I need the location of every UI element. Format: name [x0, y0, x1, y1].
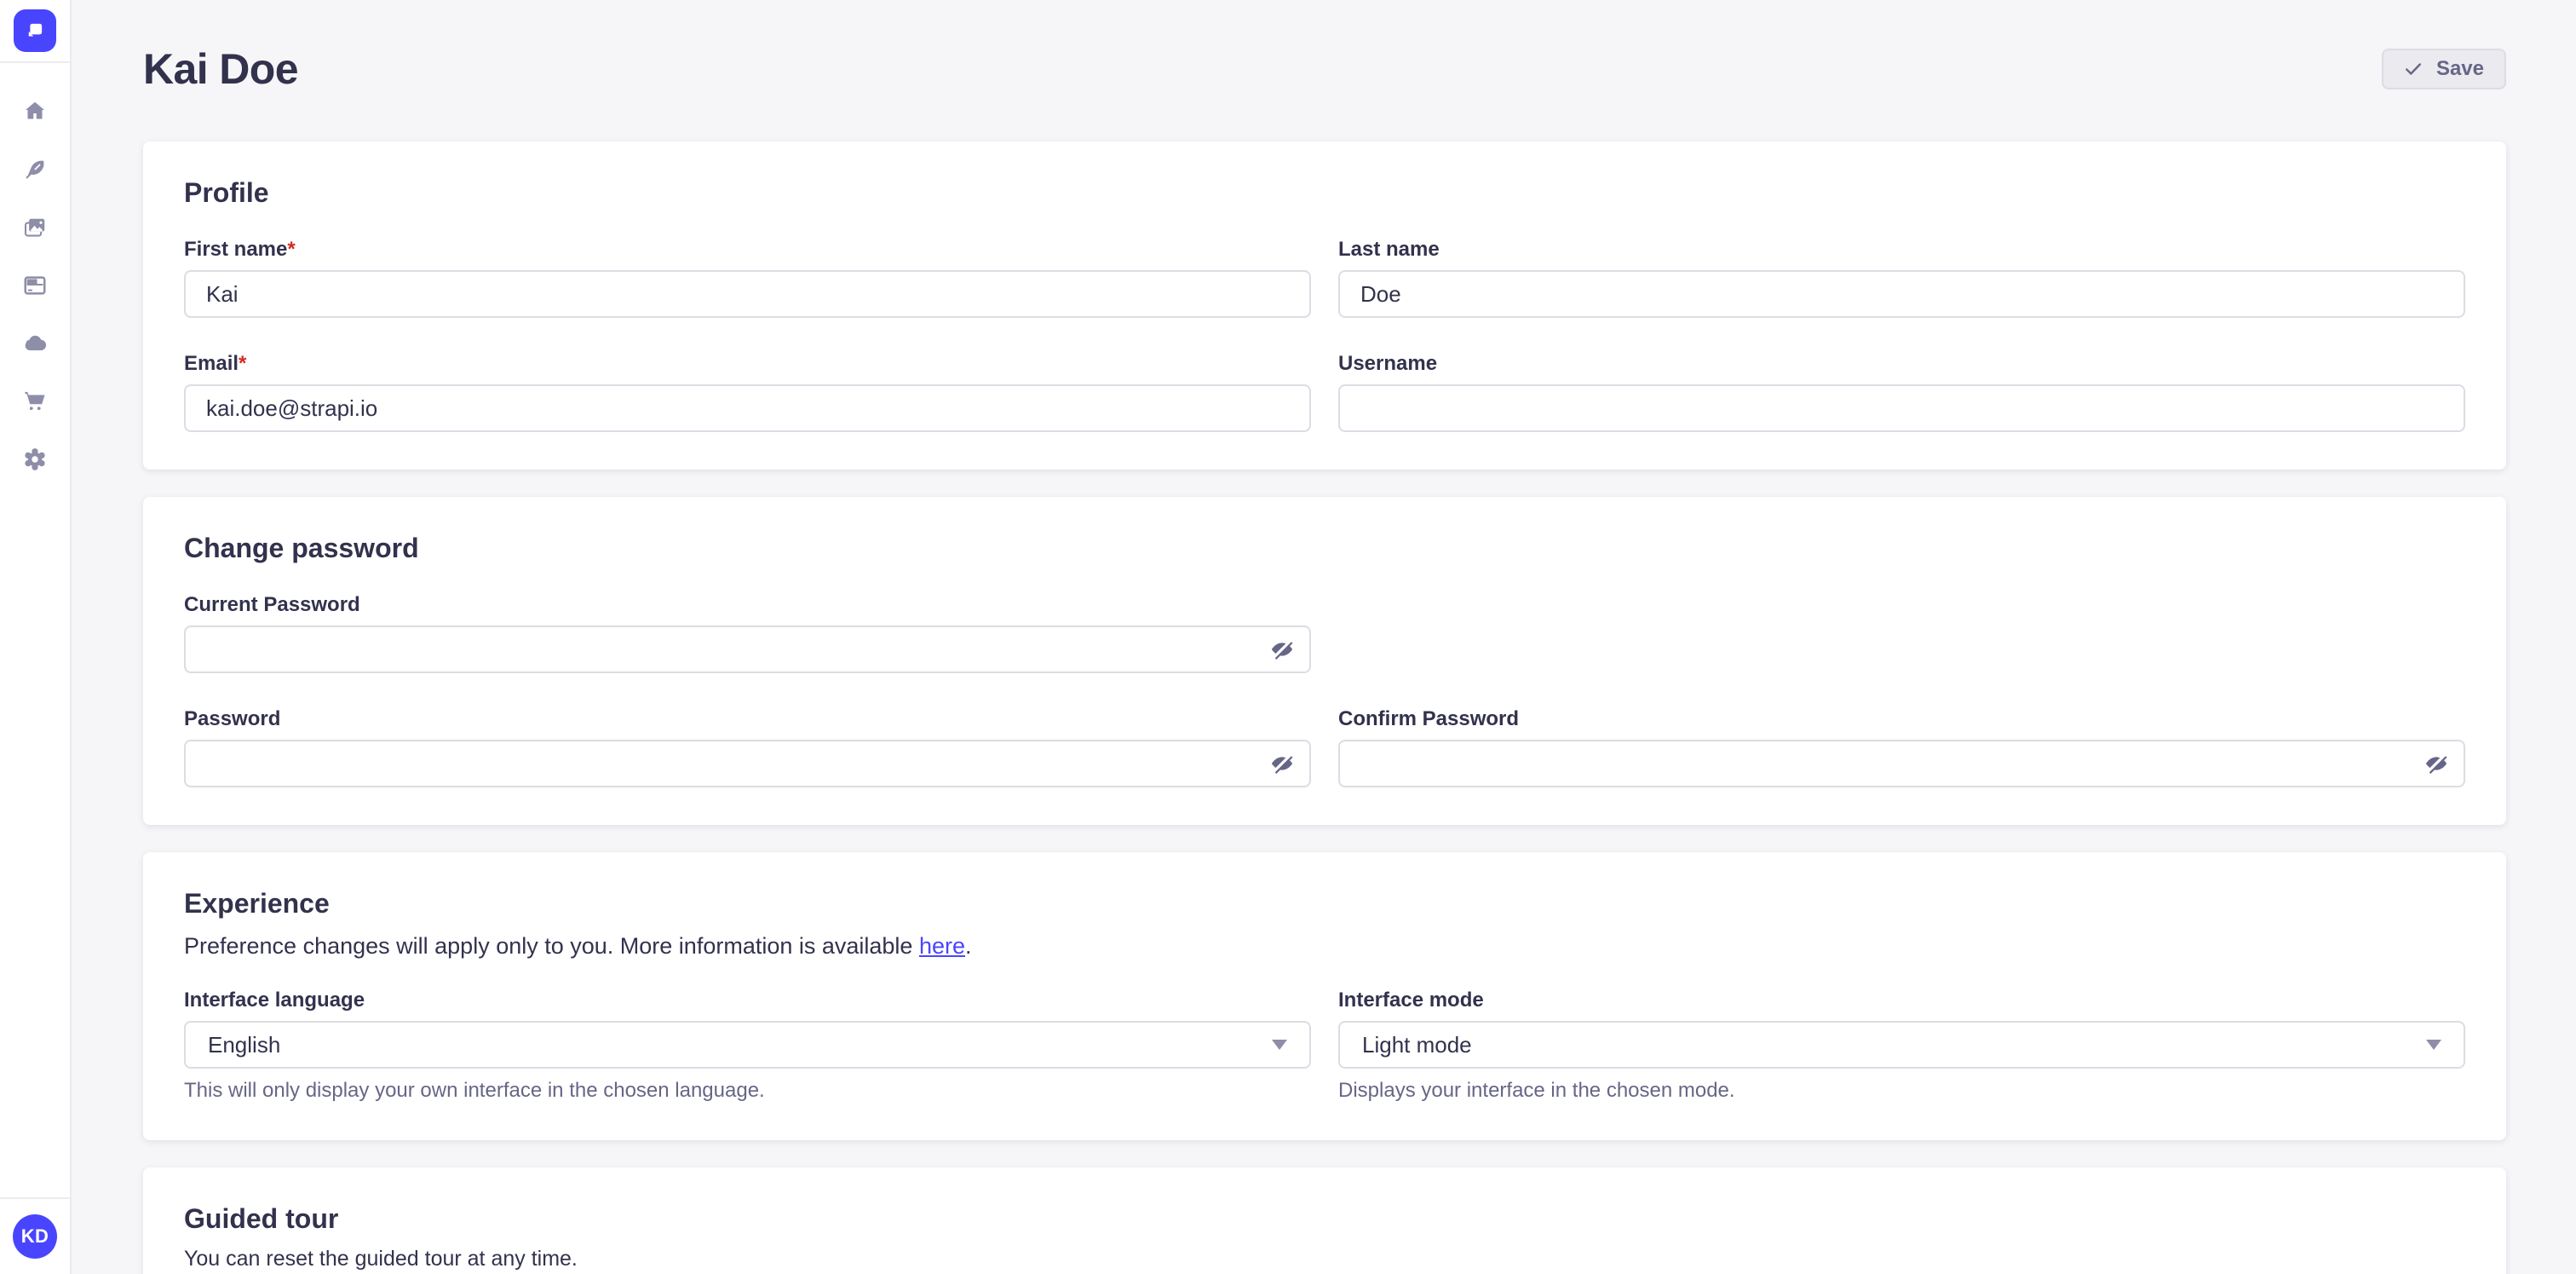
page-title: Kai Doe — [143, 44, 298, 94]
field-password: Password — [184, 707, 1311, 787]
interface-language-value: English — [208, 1032, 280, 1058]
interface-language-select[interactable]: English — [184, 1021, 1311, 1069]
current-password-label: Current Password — [184, 593, 1311, 617]
content-type-builder-icon[interactable] — [22, 273, 48, 298]
field-first-name: First name* — [184, 238, 1311, 318]
marketplace-cart-icon[interactable] — [22, 389, 48, 414]
strapi-logo-mark — [22, 18, 48, 43]
password-input[interactable] — [184, 740, 1311, 787]
guided-tour-title: Guided tour — [184, 1203, 2465, 1235]
last-name-label: Last name — [1338, 238, 2465, 262]
media-library-icon[interactable] — [22, 215, 48, 240]
main-content: Kai Doe Save Profile First name* — [72, 0, 2576, 1274]
field-confirm-password: Confirm Password — [1338, 707, 2465, 787]
chevron-down-icon — [1272, 1040, 1287, 1050]
eye-off-icon — [2423, 750, 2450, 777]
toggle-password-visibility-button[interactable] — [2421, 748, 2452, 779]
password-fields-grid: Current Password — [184, 593, 2465, 787]
avatar-initials: KD — [21, 1225, 49, 1248]
user-avatar[interactable]: KD — [13, 1214, 57, 1259]
eye-off-icon — [1268, 750, 1296, 777]
last-name-input[interactable] — [1338, 270, 2465, 318]
profile-fields-grid: First name* Last name Emai — [184, 238, 2465, 432]
email-label: Email* — [184, 352, 1311, 376]
strapi-admin-app: KD Kai Doe Save Profile First name* — [0, 0, 2576, 1274]
confirm-password-label: Confirm Password — [1338, 707, 2465, 731]
home-icon[interactable] — [22, 99, 48, 124]
experience-description: Preference changes will apply only to yo… — [184, 933, 2465, 960]
chevron-down-icon — [2426, 1040, 2441, 1050]
guided-tour-card: Guided tour You can reset the guided tou… — [143, 1167, 2506, 1274]
required-asterisk: * — [239, 352, 246, 375]
first-name-input[interactable] — [184, 270, 1311, 318]
current-password-input[interactable] — [184, 625, 1311, 673]
guided-tour-description: You can reset the guided tour at any tim… — [184, 1247, 2465, 1271]
toggle-password-visibility-button[interactable] — [1267, 748, 1297, 779]
experience-title: Experience — [184, 888, 2465, 919]
strapi-logo-icon[interactable] — [14, 9, 56, 52]
sidebar-footer: KD — [0, 1197, 70, 1274]
interface-mode-hint: Displays your interface in the chosen mo… — [1338, 1079, 2465, 1103]
save-button-label: Save — [2436, 57, 2484, 81]
grid-spacer — [1338, 593, 2465, 673]
profile-card-title: Profile — [184, 177, 2465, 209]
required-asterisk: * — [287, 238, 295, 261]
eye-off-icon — [1268, 636, 1296, 663]
profile-card: Profile First name* Last name — [143, 141, 2506, 470]
confirm-password-input[interactable] — [1338, 740, 2465, 787]
password-label: Password — [184, 707, 1311, 731]
toggle-password-visibility-button[interactable] — [1267, 634, 1297, 665]
interface-language-label: Interface language — [184, 989, 1311, 1012]
field-interface-language: Interface language English This will onl… — [184, 989, 1311, 1103]
field-email: Email* — [184, 352, 1311, 432]
more-information-link[interactable]: here — [919, 933, 965, 959]
logo-area — [0, 0, 70, 63]
experience-card: Experience Preference changes will apply… — [143, 852, 2506, 1140]
change-password-card: Change password Current Password — [143, 497, 2506, 825]
experience-fields-grid: Interface language English This will onl… — [184, 989, 2465, 1103]
field-current-password: Current Password — [184, 593, 1311, 673]
change-password-title: Change password — [184, 533, 2465, 564]
username-input[interactable] — [1338, 384, 2465, 432]
cloud-icon[interactable] — [22, 331, 48, 356]
feather-icon[interactable] — [22, 157, 48, 182]
email-input[interactable] — [184, 384, 1311, 432]
field-last-name: Last name — [1338, 238, 2465, 318]
page-header: Kai Doe Save — [143, 44, 2506, 94]
interface-language-hint: This will only display your own interfac… — [184, 1079, 1311, 1103]
username-label: Username — [1338, 352, 2465, 376]
save-button[interactable]: Save — [2382, 49, 2506, 89]
settings-gear-icon[interactable] — [22, 447, 48, 472]
check-icon — [2404, 60, 2423, 78]
interface-mode-select[interactable]: Light mode — [1338, 1021, 2465, 1069]
first-name-label: First name* — [184, 238, 1311, 262]
interface-mode-label: Interface mode — [1338, 989, 2465, 1012]
sidebar-nav — [22, 63, 48, 472]
interface-mode-value: Light mode — [1362, 1032, 1472, 1058]
field-username: Username — [1338, 352, 2465, 432]
field-interface-mode: Interface mode Light mode Displays your … — [1338, 989, 2465, 1103]
sidebar: KD — [0, 0, 72, 1274]
